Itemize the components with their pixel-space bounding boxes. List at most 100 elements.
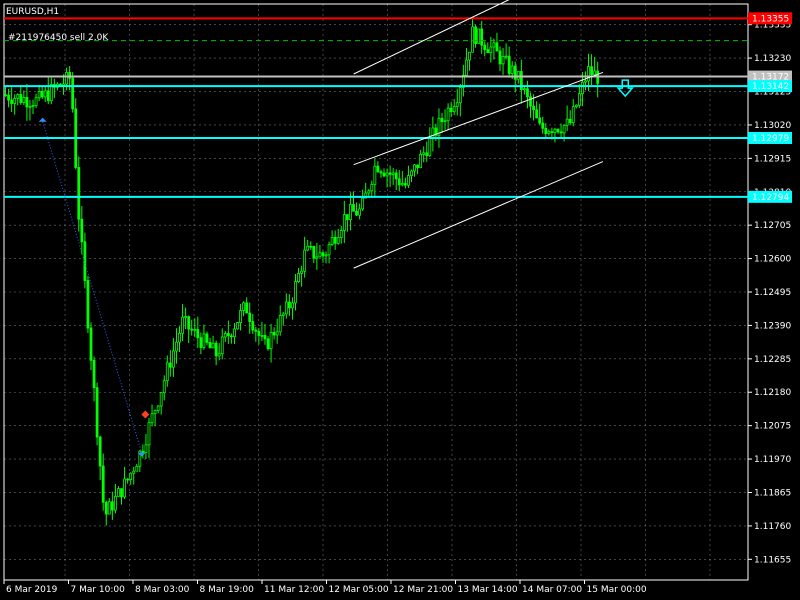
bull-candle — [516, 71, 520, 80]
bear-candle — [388, 172, 392, 175]
bear-candle — [590, 66, 593, 76]
bear-candle — [251, 321, 255, 331]
bull-candle — [144, 444, 148, 453]
y-tick-label: 1.12285 — [754, 355, 791, 365]
y-tick-label: 1.13230 — [754, 54, 791, 64]
bull-candle — [13, 97, 17, 104]
y-tick-label: 1.12075 — [754, 422, 791, 432]
bear-candle — [126, 478, 130, 481]
y-tick-label: 1.12390 — [754, 321, 791, 331]
bear-candle — [529, 96, 532, 107]
bull-candle — [562, 124, 566, 134]
bull-candle — [327, 244, 331, 256]
bull-candle — [324, 254, 328, 257]
bull-candle — [349, 204, 352, 221]
bear-candle — [40, 91, 44, 98]
bear-candle — [226, 333, 230, 337]
bull-candle — [297, 273, 300, 282]
bull-candle — [294, 281, 297, 304]
bull-candle — [400, 183, 404, 186]
bull-candle — [455, 102, 459, 107]
bull-candle — [172, 350, 175, 368]
bear-candle — [507, 55, 511, 74]
bull-candle — [22, 97, 26, 103]
bear-candle — [498, 50, 502, 65]
y-tick-label: 1.12705 — [754, 221, 791, 231]
bull-candle — [220, 336, 224, 355]
bull-candle — [330, 236, 334, 246]
bull-candle — [342, 214, 346, 231]
bull-candle — [547, 131, 551, 135]
bear-candle — [101, 465, 105, 503]
level-3-price-label: 1.12794 — [752, 193, 789, 203]
bull-candle — [358, 208, 361, 216]
x-tick-label: 6 Mar 2019 — [6, 585, 58, 595]
bear-candle — [86, 280, 90, 329]
bull-candle — [510, 65, 514, 74]
bull-candle — [468, 51, 471, 61]
bull-candle — [135, 465, 139, 472]
bear-candle — [416, 164, 419, 169]
bear-candle — [541, 122, 545, 129]
channel-lower-line[interactable] — [353, 161, 604, 269]
bull-candle — [315, 256, 319, 259]
bear-candle — [544, 127, 548, 135]
bear-candle — [376, 165, 380, 173]
bear-candle — [214, 342, 218, 357]
bull-candle — [16, 94, 20, 99]
bear-candle — [382, 172, 386, 177]
bull-candle — [181, 316, 184, 334]
bull-candle — [281, 313, 285, 316]
y-tick-label: 1.13020 — [754, 121, 791, 131]
y-tick-label: 1.11760 — [754, 522, 791, 532]
bear-candle — [532, 105, 535, 111]
bear-candle — [309, 245, 313, 248]
bull-candle — [410, 170, 413, 177]
bull-candle — [278, 315, 282, 333]
symbol-title: EURUSD,H1 — [6, 7, 59, 17]
bull-candle — [284, 301, 288, 315]
bear-candle — [25, 97, 29, 108]
order-label: #211976450 sell 2.0K — [8, 33, 109, 43]
price-chart[interactable]: 1.133351.132301.131251.130201.129151.128… — [0, 0, 800, 600]
price-axis: 1.133351.132301.131251.130201.129151.128… — [748, 12, 792, 565]
bull-candle — [492, 42, 496, 48]
bear-candle — [495, 42, 499, 52]
bull-candle — [34, 97, 38, 107]
bull-candle — [165, 362, 169, 382]
bear-candle — [263, 335, 267, 340]
bear-candle — [480, 28, 484, 46]
bear-candle — [535, 109, 539, 119]
bull-candle — [37, 91, 41, 99]
bull-candle — [385, 172, 389, 177]
bull-candle — [553, 128, 557, 134]
entry-marker — [38, 117, 47, 122]
bear-candle — [120, 488, 123, 498]
bull-candle — [339, 230, 343, 238]
bear-candle — [355, 210, 358, 216]
bull-candle — [477, 28, 481, 44]
x-tick-label: 8 Mar 03:00 — [135, 585, 190, 595]
bull-candle — [574, 104, 578, 108]
bear-candle — [486, 49, 490, 54]
sell-arrow-icon — [616, 79, 634, 98]
bear-candle — [98, 436, 102, 467]
bear-candle — [199, 337, 203, 348]
bear-candle — [89, 327, 93, 361]
bull-candle — [373, 165, 377, 185]
bear-candle — [10, 99, 14, 104]
bull-candle — [413, 164, 416, 172]
bear-candle — [266, 338, 270, 350]
bull-candle — [202, 333, 206, 348]
bull-candle — [260, 335, 264, 337]
bear-candle — [526, 88, 529, 98]
y-tick-label: 1.12915 — [754, 154, 791, 164]
bear-candle — [46, 90, 50, 102]
bear-candle — [83, 241, 87, 281]
bull-candle — [593, 70, 597, 76]
bear-candle — [568, 118, 572, 124]
bull-candle — [471, 26, 474, 53]
bull-candle — [577, 93, 581, 106]
bear-candle — [187, 316, 191, 330]
bear-candle — [245, 302, 249, 314]
